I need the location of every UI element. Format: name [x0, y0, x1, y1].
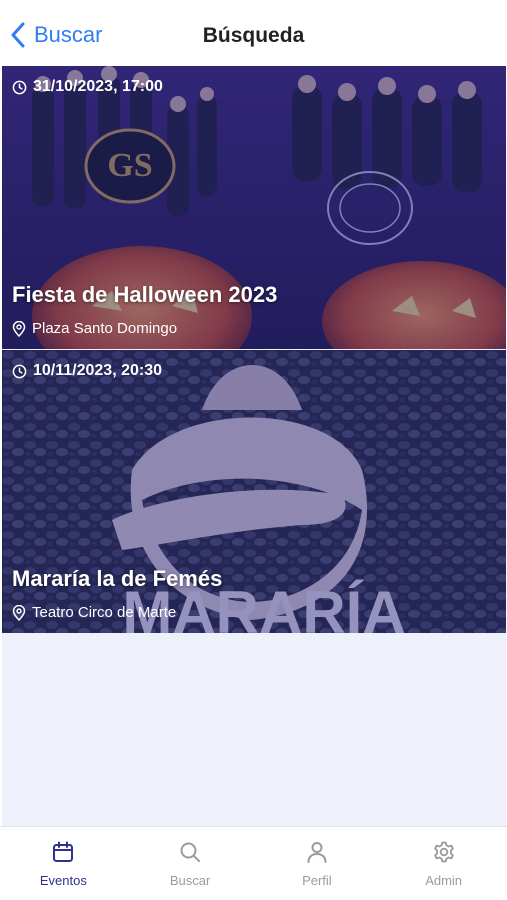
- search-icon: [180, 842, 201, 862]
- tab-admin[interactable]: Admin: [380, 827, 507, 900]
- tab-perfil[interactable]: Perfil: [254, 827, 381, 900]
- event-location: Plaza Santo Domingo: [12, 320, 177, 337]
- calendar-icon: [53, 841, 74, 862]
- tab-bar: Eventos Buscar Perfil Admin: [0, 826, 507, 900]
- location-pin-icon: [12, 604, 26, 621]
- event-card-halloween[interactable]: GS 31/10/2023, 17:00 Fiesta de Halloween…: [2, 66, 506, 349]
- event-card-mararia[interactable]: MARARÍA 10/11/2023, 20:30 Mararía la de …: [2, 350, 506, 633]
- events-list[interactable]: GS 31/10/2023, 17:00 Fiesta de Halloween…: [2, 66, 506, 826]
- nav-bar: Buscar Búsqueda: [0, 0, 507, 66]
- tab-buscar[interactable]: Buscar: [127, 827, 254, 900]
- clock-icon: [12, 364, 27, 378]
- clock-icon: [12, 80, 27, 94]
- event-date: 31/10/2023, 17:00: [12, 78, 163, 96]
- event-location-text: Plaza Santo Domingo: [32, 320, 178, 337]
- event-location-text: Teatro Circo de Marte: [32, 604, 177, 621]
- event-location: Teatro Circo de Marte: [12, 604, 176, 621]
- event-title: Mararía la de Femés: [12, 566, 223, 591]
- event-date-text: 10/11/2023, 20:30: [33, 362, 163, 379]
- event-date-text: 31/10/2023, 17:00: [33, 78, 163, 95]
- page-title: Búsqueda: [202, 24, 305, 47]
- tab-label: Admin: [425, 873, 463, 888]
- event-date: 10/11/2023, 20:30: [12, 362, 162, 380]
- tab-eventos[interactable]: Eventos: [0, 827, 127, 900]
- location-pin-icon: [12, 320, 26, 337]
- person-icon: [307, 842, 327, 863]
- tab-label: Eventos: [39, 873, 87, 888]
- tab-label: Buscar: [169, 873, 211, 888]
- event-title: Fiesta de Halloween 2023: [12, 282, 278, 307]
- gear-icon: [433, 841, 454, 863]
- tab-label: Perfil: [302, 873, 332, 888]
